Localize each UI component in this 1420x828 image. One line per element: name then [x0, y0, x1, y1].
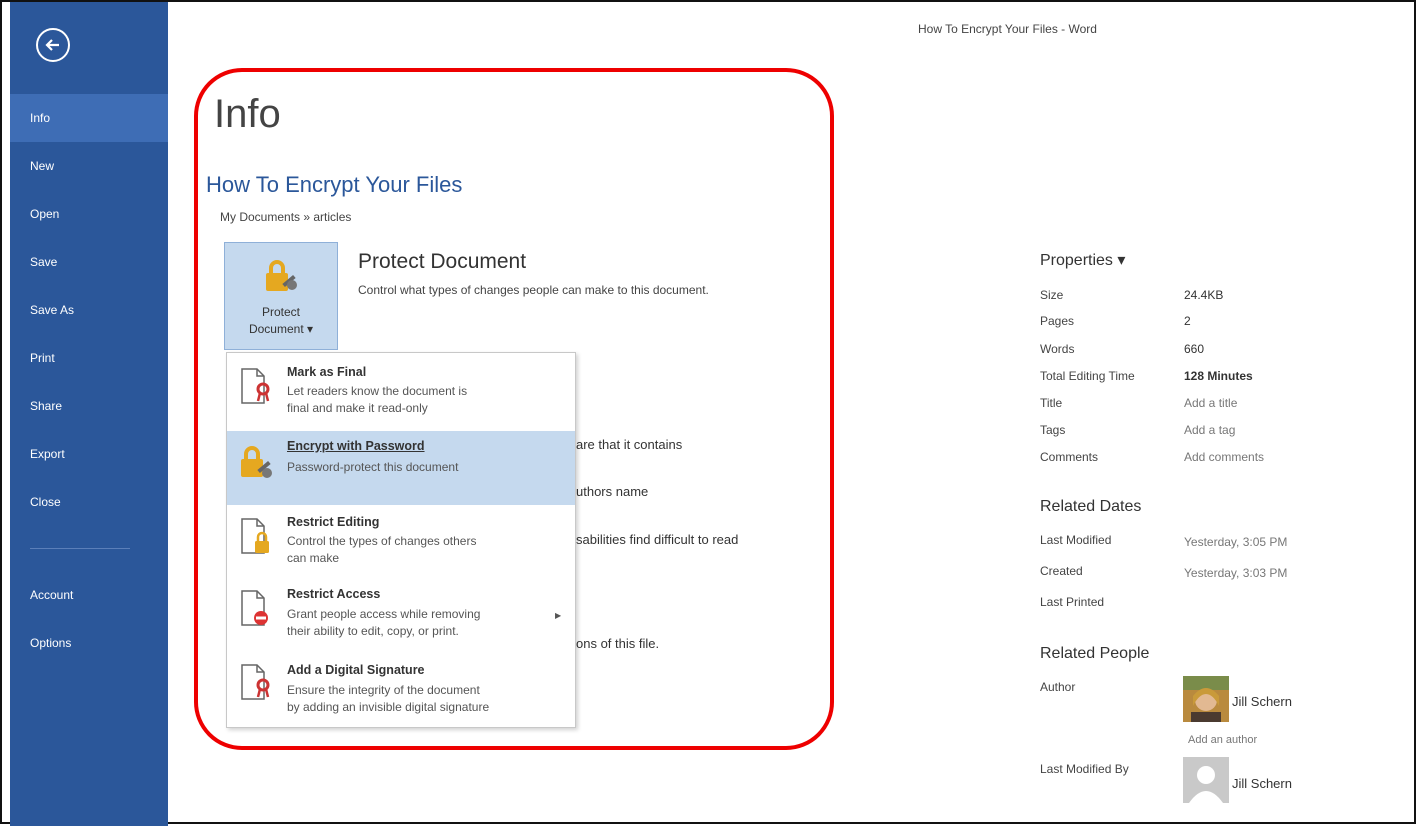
author-avatar: [1183, 676, 1229, 722]
property-label: Total Editing Time: [1040, 369, 1135, 383]
comments-field[interactable]: Add comments: [1184, 450, 1264, 464]
property-value: 128 Minutes: [1184, 369, 1253, 383]
related-dates-heading: Related Dates: [1040, 498, 1142, 515]
sidebar-item-print[interactable]: Print: [10, 334, 168, 382]
date-label: Last Modified: [1040, 533, 1112, 547]
property-value: 2: [1184, 314, 1191, 328]
sidebar-item-share[interactable]: Share: [10, 382, 168, 430]
sidebar-item-save-as[interactable]: Save As: [10, 286, 168, 334]
property-label: Size: [1040, 288, 1064, 302]
date-label: Last Printed: [1040, 595, 1105, 609]
property-label: Title: [1040, 396, 1063, 410]
sidebar-item-close[interactable]: Close: [10, 478, 168, 526]
date-label: Created: [1040, 564, 1083, 578]
last-modified-by-name[interactable]: Jill Schern: [1232, 776, 1292, 791]
date-value: Yesterday, 3:03 PM: [1184, 566, 1288, 580]
user-avatar-icon: [1183, 757, 1229, 803]
back-button[interactable]: [36, 28, 70, 62]
author-name[interactable]: Jill Schern: [1232, 694, 1292, 709]
property-value: 24.4KB: [1184, 288, 1224, 302]
sidebar-item-save[interactable]: Save: [10, 238, 168, 286]
sidebar-item-account[interactable]: Account: [10, 571, 168, 619]
tags-field[interactable]: Add a tag: [1184, 423, 1235, 437]
last-modified-by-label: Last Modified By: [1040, 762, 1129, 776]
highlight-annotation: [194, 68, 834, 750]
properties-heading[interactable]: Properties ▾: [1040, 250, 1125, 270]
related-people-heading: Related People: [1040, 645, 1150, 662]
property-label: Words: [1040, 342, 1075, 356]
author-label: Author: [1040, 680, 1076, 694]
date-value: Yesterday, 3:05 PM: [1184, 535, 1288, 549]
sidebar-item-info[interactable]: Info: [10, 94, 168, 142]
sidebar-item-export[interactable]: Export: [10, 430, 168, 478]
back-arrow-icon: [45, 39, 59, 51]
add-author-link[interactable]: Add an author: [1188, 734, 1257, 746]
property-label: Tags: [1040, 423, 1066, 437]
window-title: How To Encrypt Your Files - Word: [918, 22, 1097, 36]
sidebar-item-open[interactable]: Open: [10, 190, 168, 238]
property-value: 660: [1184, 342, 1205, 356]
backstage-sidebar: Info New Open Save Save As Print Share E…: [10, 2, 168, 826]
property-label: Pages: [1040, 314, 1075, 328]
sidebar-divider: [30, 548, 130, 549]
sidebar-item-options[interactable]: Options: [10, 619, 168, 667]
title-field[interactable]: Add a title: [1184, 396, 1237, 410]
sidebar-item-new[interactable]: New: [10, 142, 168, 190]
property-label: Comments: [1040, 450, 1099, 464]
sidebar-nav: Info New Open Save Save As Print Share E…: [10, 94, 168, 667]
